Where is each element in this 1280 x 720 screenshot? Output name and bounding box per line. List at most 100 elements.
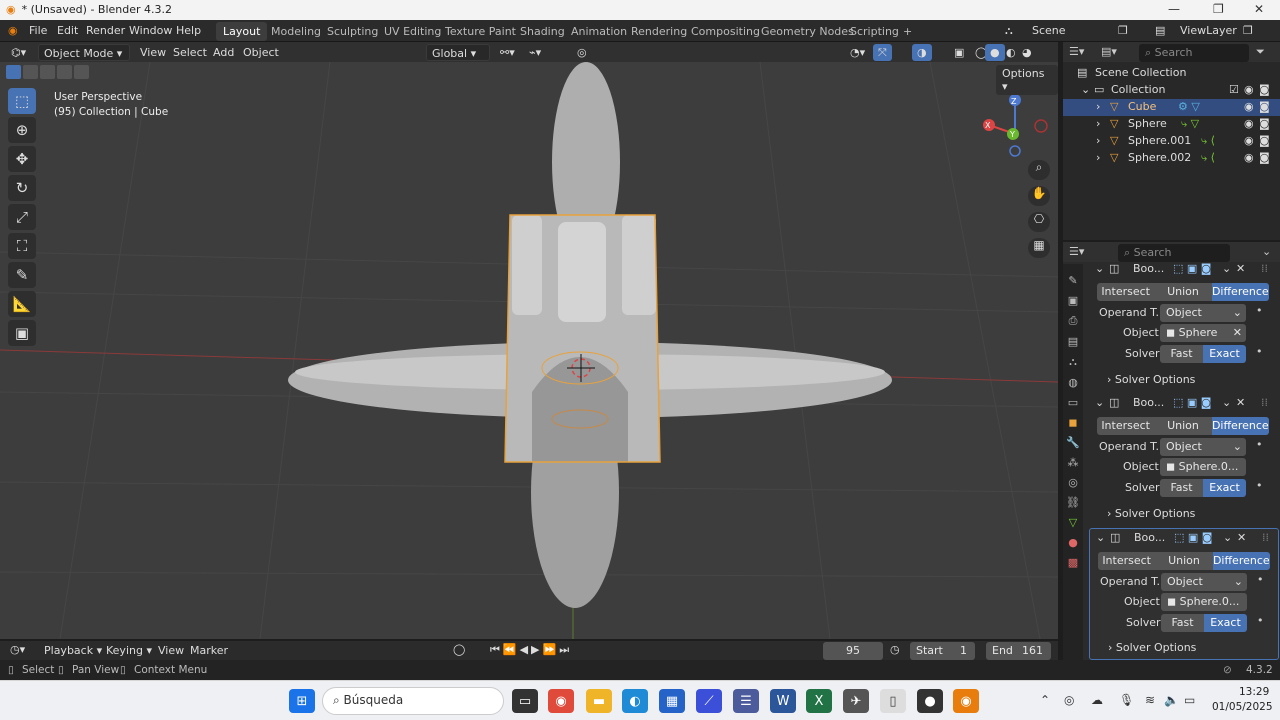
editor-type-icon[interactable]: ⌬▾ [6,44,31,61]
keyframe-dot-icon[interactable]: • [1257,573,1264,586]
collection-tab-icon[interactable]: ▭ [1068,396,1078,409]
menu-marker[interactable]: Marker [190,644,228,657]
clock-date[interactable]: 01/05/2025 [1212,701,1273,713]
editmode-toggle-icon[interactable]: ⬚ ▣ ◙ [1173,262,1211,275]
material-tab-icon[interactable]: ● [1068,536,1078,549]
modifier-header[interactable]: ⌄ ◫ Boo... ⬚ ▣ ◙ ⌄ ✕ ⁞⁞ [1090,529,1280,547]
select-box-tool-icon[interactable]: ⬚ [8,88,36,114]
difference-button[interactable]: Difference [1211,283,1269,301]
modifier-menu-icon[interactable]: ⌄ [1222,262,1231,275]
new-scene-icon[interactable]: ❐ [1118,24,1128,37]
eye-icon[interactable]: ◉ [1244,151,1254,164]
view-layer-tab-icon[interactable]: ▤ [1068,335,1078,348]
move-tool-icon[interactable]: ✥ [8,146,36,172]
operand-type-dropdown[interactable]: Object ⌄ [1160,438,1246,456]
battery-icon[interactable]: ▭ [1184,693,1195,707]
add-workspace-button[interactable]: + [896,22,919,41]
drag-handle-icon[interactable]: ⁞⁞ [1261,396,1268,409]
remove-modifier-icon[interactable]: ✕ [1236,396,1245,409]
exact-solver-button[interactable]: Exact [1203,345,1246,363]
intersect-button[interactable]: Intersect [1097,283,1155,301]
object-field[interactable]: ◼ Sphere ✕ [1160,324,1246,342]
record-icon[interactable]: ● [917,689,943,713]
select-new-icon[interactable] [6,65,21,79]
volume-icon[interactable]: 🔈 [1164,693,1179,707]
scene-tab-icon[interactable]: ⛬ [1069,355,1077,369]
intersect-button[interactable]: Intersect [1097,417,1155,435]
keyframe-dot-icon[interactable]: • [1256,438,1263,451]
new-view-layer-icon[interactable]: ❐ [1243,24,1253,37]
difference-button[interactable]: Difference [1212,552,1270,570]
particles-tab-icon[interactable]: ⁂ [1068,456,1079,469]
menu-edit[interactable]: Edit [57,24,78,37]
outliner-collection[interactable]: ⌄ ▭ Collection ☑ ◉ ◙ [1063,82,1280,99]
modifier-header[interactable]: ⌄ ◫ Boo... ⬚ ▣ ◙ ⌄ ✕ ⁞⁞ [1089,394,1279,412]
word-icon[interactable]: W [770,689,796,713]
camera-render-icon[interactable]: ◙ [1259,134,1270,147]
preview-range-icon[interactable]: ◷ [890,643,900,656]
eye-icon[interactable]: ◉ [1244,100,1254,113]
operand-type-dropdown[interactable]: Object ⌄ [1161,573,1247,591]
tray-cloud-icon[interactable]: ☁ [1091,693,1103,707]
intersect-button[interactable]: Intersect [1098,552,1156,570]
collapse-icon[interactable]: ⌄ [1095,262,1104,275]
camera-render-icon[interactable]: ◙ [1259,83,1270,96]
keyframe-dot-icon[interactable]: • [1257,614,1264,627]
excel-icon[interactable]: X [806,689,832,713]
display-mode-icon[interactable]: ▤▾ [1101,45,1117,58]
outliner-item-sphere-001[interactable]: › ▽ Sphere.001 ⤷ ⟨ ◉ ◙ [1063,133,1280,150]
timeline-editor-icon[interactable]: ◷▾ [10,643,25,656]
tab-sculpting[interactable]: Sculpting [320,22,385,41]
world-tab-icon[interactable]: ◍ [1068,376,1078,389]
scene-name[interactable]: Scene [1032,24,1066,37]
select-subtract-icon[interactable] [40,65,55,79]
object-tab-icon[interactable]: ◼ [1068,416,1077,429]
tool-tab-icon[interactable]: ✎ [1068,274,1077,287]
blender-menu-icon[interactable]: ◉ [8,24,18,37]
wifi-icon[interactable]: ≋ [1145,693,1155,707]
cursor-tool-icon[interactable]: ⊕ [8,117,36,143]
expand-icon[interactable]: › [1096,117,1100,130]
menu-help[interactable]: Help [176,24,201,37]
modifier-menu-icon[interactable]: ⌄ [1223,531,1232,544]
remove-modifier-icon[interactable]: ✕ [1237,531,1246,544]
union-button[interactable]: Union [1154,283,1212,301]
remove-modifier-icon[interactable]: ✕ [1236,262,1245,275]
orientation-dropdown[interactable]: Global ▾ [426,44,490,61]
camera-render-icon[interactable]: ◙ [1259,117,1270,130]
view-layer-name[interactable]: ViewLayer [1180,24,1237,37]
camera-render-icon[interactable]: ◙ [1259,100,1270,113]
modifier-header[interactable]: ⌄ ◫ Boo... ⬚ ▣ ◙ ⌄ ✕ ⁞⁞ [1089,260,1279,278]
gizmo-toggle-icon[interactable]: ⤧ [873,44,892,61]
pan-hand-icon[interactable]: ✋ [1028,186,1050,206]
tab-texture-paint[interactable]: Texture Paint [438,22,523,41]
tab-modeling[interactable]: Modeling [264,22,328,41]
clock-time[interactable]: 13:29 [1239,686,1269,698]
outliner-editor-icon[interactable]: ☰▾ [1069,45,1084,58]
exact-solver-button[interactable]: Exact [1204,614,1247,632]
properties-options-icon[interactable]: ⌄ [1262,245,1271,258]
physics-tab-icon[interactable]: ◎ [1068,476,1078,489]
solver-options-toggle[interactable]: › Solver Options [1108,641,1196,654]
menu-file[interactable]: File [29,24,47,37]
eye-icon[interactable]: ◉ [1244,117,1254,130]
tray-chevron-icon[interactable]: ⌃ [1040,693,1050,707]
add-cube-tool-icon[interactable]: ▣ [8,320,36,346]
fast-solver-button[interactable]: Fast [1160,345,1203,363]
visibility-icon[interactable]: ◔▾ [845,44,870,61]
tray-app-icon[interactable]: ◎ [1064,693,1074,707]
menu-render[interactable]: Render [86,24,125,37]
outliner-search-input[interactable]: ⌕ Search [1139,44,1249,62]
document-icon[interactable]: ▯ [880,689,906,713]
menu-add[interactable]: Add [208,44,239,61]
zoom-icon[interactable]: ⌕ [1028,160,1050,180]
union-button[interactable]: Union [1155,552,1213,570]
snap-icon[interactable]: ⌁▾ [524,44,546,61]
eye-icon[interactable]: ◉ [1244,83,1254,96]
store-icon[interactable]: ▦ [659,689,685,713]
file-explorer-icon[interactable]: ▬ [586,689,612,713]
keyframe-dot-icon[interactable]: • [1256,345,1263,358]
annotate-tool-icon[interactable]: ✎ [8,262,36,288]
expand-icon[interactable]: › [1096,134,1100,147]
close-icon[interactable]: ✕ [1254,2,1264,16]
